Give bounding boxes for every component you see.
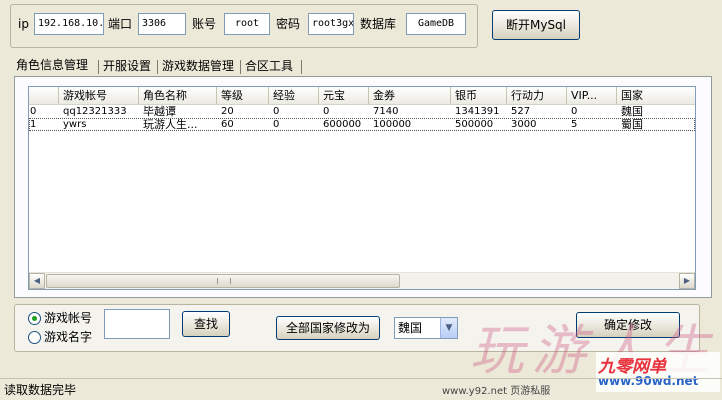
cell-vip: 5 bbox=[571, 119, 578, 130]
tab-merge-tool[interactable]: 合区工具 bbox=[245, 56, 301, 76]
tab-separator bbox=[240, 60, 241, 74]
ip-label: ip bbox=[18, 17, 29, 31]
table-row[interactable]: 0 qq12321333 毕越谭 20 0 0 7140 1341391 527… bbox=[29, 105, 695, 118]
port-label: 端口 bbox=[108, 17, 133, 31]
tab-separator bbox=[301, 60, 302, 74]
radio-selected-dot bbox=[32, 316, 37, 321]
cell-action-points: 3000 bbox=[511, 119, 537, 130]
status-bar: 读取数据完毕 www.y92.net 页游私服 bbox=[0, 378, 722, 400]
radio-game-name-label[interactable]: 游戏名字 bbox=[44, 326, 92, 348]
cell-yuanbao: 0 bbox=[323, 106, 330, 117]
column-header-silver[interactable]: 银币 bbox=[451, 87, 507, 104]
tab-character-info[interactable]: 角色信息管理 bbox=[16, 54, 96, 76]
port-field[interactable]: 3306 bbox=[138, 13, 186, 35]
radio-game-name[interactable] bbox=[28, 331, 41, 344]
chevron-down-icon[interactable]: ▼ bbox=[440, 318, 457, 338]
radio-game-account[interactable] bbox=[28, 312, 41, 325]
cell-silver: 500000 bbox=[455, 119, 494, 130]
scrollbar-thumb[interactable] bbox=[46, 274, 400, 288]
cell-exp: 0 bbox=[273, 119, 280, 130]
cell-exp: 0 bbox=[273, 106, 280, 117]
status-text: 读取数据完毕 bbox=[4, 383, 77, 397]
cell-country: 魏国 bbox=[621, 105, 643, 118]
column-header-level[interactable]: 等级 bbox=[217, 87, 269, 104]
scroll-left-icon[interactable]: ◀ bbox=[29, 273, 45, 289]
cell-action-points: 527 bbox=[511, 106, 531, 117]
tab-separator bbox=[157, 60, 158, 74]
cell-silver: 1341391 bbox=[455, 106, 500, 117]
tab-separator bbox=[98, 60, 99, 74]
scroll-right-icon[interactable]: ▶ bbox=[679, 273, 695, 289]
cell-level: 60 bbox=[221, 119, 234, 130]
cell-account: ywrs bbox=[63, 119, 87, 130]
column-header-account[interactable]: 游戏帐号 bbox=[59, 87, 139, 104]
disconnect-mysql-button[interactable]: 断开MySql bbox=[492, 10, 580, 40]
tab-game-data[interactable]: 游戏数据管理 bbox=[162, 56, 242, 76]
country-select-value: 魏国 bbox=[398, 321, 423, 335]
cell-account: qq12321333 bbox=[63, 106, 127, 117]
cell-coupon: 7140 bbox=[373, 106, 399, 117]
horizontal-scrollbar[interactable]: ◀ ▶ bbox=[29, 272, 695, 289]
cell-level: 20 bbox=[221, 106, 234, 117]
column-header-coupon[interactable]: 金券 bbox=[369, 87, 451, 104]
cell-coupon: 100000 bbox=[373, 119, 412, 130]
column-header-country[interactable]: 国家 bbox=[617, 87, 695, 104]
account-field[interactable]: root bbox=[224, 13, 270, 35]
database-label: 数据库 bbox=[360, 17, 397, 31]
table-row[interactable]: 1 ywrs 玩游人生... 60 0 600000 100000 500000… bbox=[29, 118, 695, 131]
account-label: 账号 bbox=[192, 17, 217, 31]
column-header-index[interactable] bbox=[29, 87, 59, 104]
cell-country: 蜀国 bbox=[621, 118, 643, 131]
modify-all-country-button[interactable]: 全部国家修改为 bbox=[276, 316, 380, 340]
password-label: 密码 bbox=[276, 17, 301, 31]
scrollbar-grip-icon bbox=[217, 278, 231, 284]
cell-index: 0 bbox=[30, 106, 37, 117]
list-header: 游戏帐号 角色名称 等级 经验 元宝 金券 银币 行动力 VIP... 国家 bbox=[29, 87, 695, 105]
column-header-role-name[interactable]: 角色名称 bbox=[139, 87, 217, 104]
column-header-yuanbao[interactable]: 元宝 bbox=[319, 87, 369, 104]
cell-index: 1 bbox=[30, 119, 37, 130]
ip-field[interactable]: 192.168.10. bbox=[34, 13, 104, 35]
search-input[interactable] bbox=[104, 309, 170, 339]
country-select[interactable]: 魏国 ▼ bbox=[394, 317, 458, 339]
cell-role-name: 毕越谭 bbox=[143, 105, 176, 118]
column-header-exp[interactable]: 经验 bbox=[269, 87, 319, 104]
tab-server-settings[interactable]: 开服设置 bbox=[103, 56, 155, 76]
find-button[interactable]: 查找 bbox=[182, 311, 230, 337]
character-list[interactable]: 游戏帐号 角色名称 等级 经验 元宝 金券 银币 行动力 VIP... 国家 0… bbox=[28, 86, 696, 290]
database-field[interactable]: GameDB bbox=[406, 13, 466, 35]
password-field[interactable]: root3gx bbox=[308, 13, 354, 35]
cell-yuanbao: 600000 bbox=[323, 119, 362, 130]
footer-site-watermark: www.y92.net 页游私服 bbox=[442, 386, 551, 397]
cell-vip: 0 bbox=[571, 106, 578, 117]
cell-role-name: 玩游人生... bbox=[143, 118, 198, 131]
column-header-action-points[interactable]: 行动力 bbox=[507, 87, 567, 104]
column-header-vip[interactable]: VIP... bbox=[567, 87, 617, 104]
